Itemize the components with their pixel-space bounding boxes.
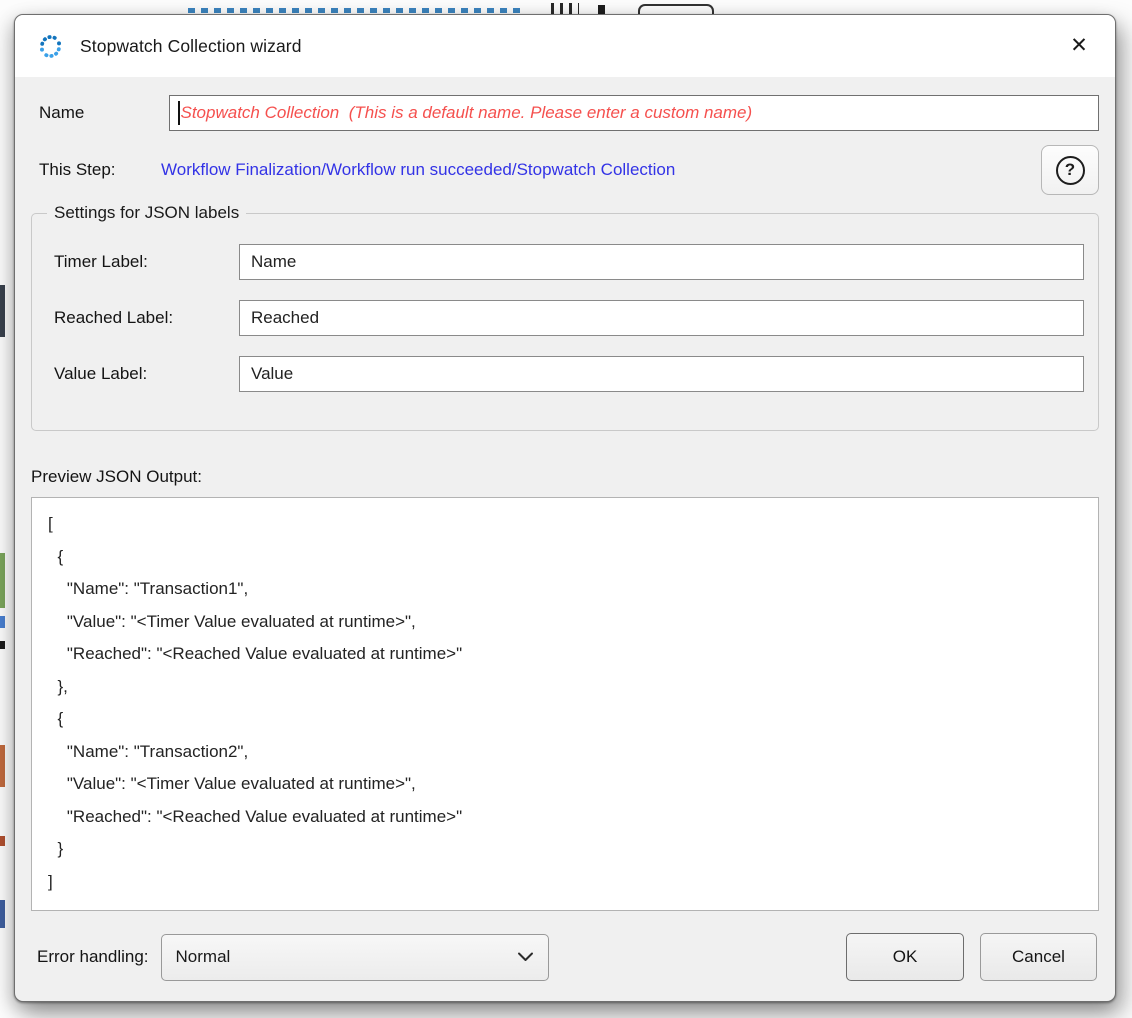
- help-button[interactable]: ?: [1041, 145, 1099, 195]
- preview-json-label: Preview JSON Output:: [31, 467, 1099, 487]
- timer-label-text: Timer Label:: [54, 252, 239, 272]
- sync-arrows-icon: [37, 33, 64, 60]
- background-app-sliver: [0, 836, 5, 846]
- footer-bar: Error handling: Normal OK Cancel: [31, 933, 1099, 995]
- timer-label-row: Timer Label:: [54, 244, 1084, 280]
- error-handling-label: Error handling:: [31, 947, 149, 967]
- background-dashed-line: [188, 8, 522, 13]
- reached-label-input[interactable]: [239, 300, 1084, 336]
- workflow-step-link[interactable]: Workflow Finalization/Workflow run succe…: [161, 160, 675, 180]
- name-default-value: Stopwatch Collection (This is a default …: [181, 103, 753, 123]
- cancel-button[interactable]: Cancel: [980, 933, 1097, 981]
- error-handling-select[interactable]: Normal: [161, 934, 549, 981]
- background-dot: [598, 5, 605, 14]
- reached-label-text: Reached Label:: [54, 308, 239, 328]
- background-app-sliver: [0, 285, 5, 337]
- dialog-content: Name Stopwatch Collection (This is a def…: [15, 77, 1115, 1001]
- background-tick-marks: [551, 3, 579, 14]
- reached-label-row: Reached Label:: [54, 300, 1084, 336]
- group-box-legend: Settings for JSON labels: [47, 203, 246, 223]
- preview-json-text: [ { "Name": "Transaction1", "Value": "<T…: [48, 508, 1082, 898]
- preview-json-output[interactable]: [ { "Name": "Transaction1", "Value": "<T…: [31, 497, 1099, 911]
- ok-button[interactable]: OK: [846, 933, 964, 981]
- timer-label-input[interactable]: [239, 244, 1084, 280]
- chevron-down-icon: [517, 951, 534, 963]
- background-app-sliver: [0, 641, 5, 649]
- value-label-row: Value Label:: [54, 356, 1084, 392]
- text-caret: [178, 101, 180, 125]
- close-icon[interactable]: ✕: [1061, 28, 1097, 64]
- value-label-text: Value Label:: [54, 364, 239, 384]
- background-app-sliver: [0, 900, 5, 928]
- this-step-row: This Step: Workflow Finalization/Workflo…: [31, 145, 1099, 195]
- error-handling-value: Normal: [176, 947, 231, 967]
- background-shape: [638, 4, 714, 14]
- background-app-sliver: [0, 553, 5, 608]
- background-app-sliver: [0, 616, 5, 628]
- stopwatch-collection-wizard-dialog: Stopwatch Collection wizard ✕ Name Stopw…: [14, 14, 1116, 1002]
- settings-group-box: Settings for JSON labels Timer Label: Re…: [31, 213, 1099, 431]
- question-mark-icon: ?: [1056, 156, 1085, 185]
- background-app-sliver: [0, 745, 5, 787]
- name-label: Name: [31, 103, 169, 123]
- value-label-input[interactable]: [239, 356, 1084, 392]
- dialog-title: Stopwatch Collection wizard: [80, 36, 302, 57]
- name-row: Name Stopwatch Collection (This is a def…: [31, 95, 1099, 131]
- this-step-label: This Step:: [31, 160, 161, 180]
- title-bar[interactable]: Stopwatch Collection wizard ✕: [15, 15, 1115, 77]
- name-input[interactable]: Stopwatch Collection (This is a default …: [169, 95, 1099, 131]
